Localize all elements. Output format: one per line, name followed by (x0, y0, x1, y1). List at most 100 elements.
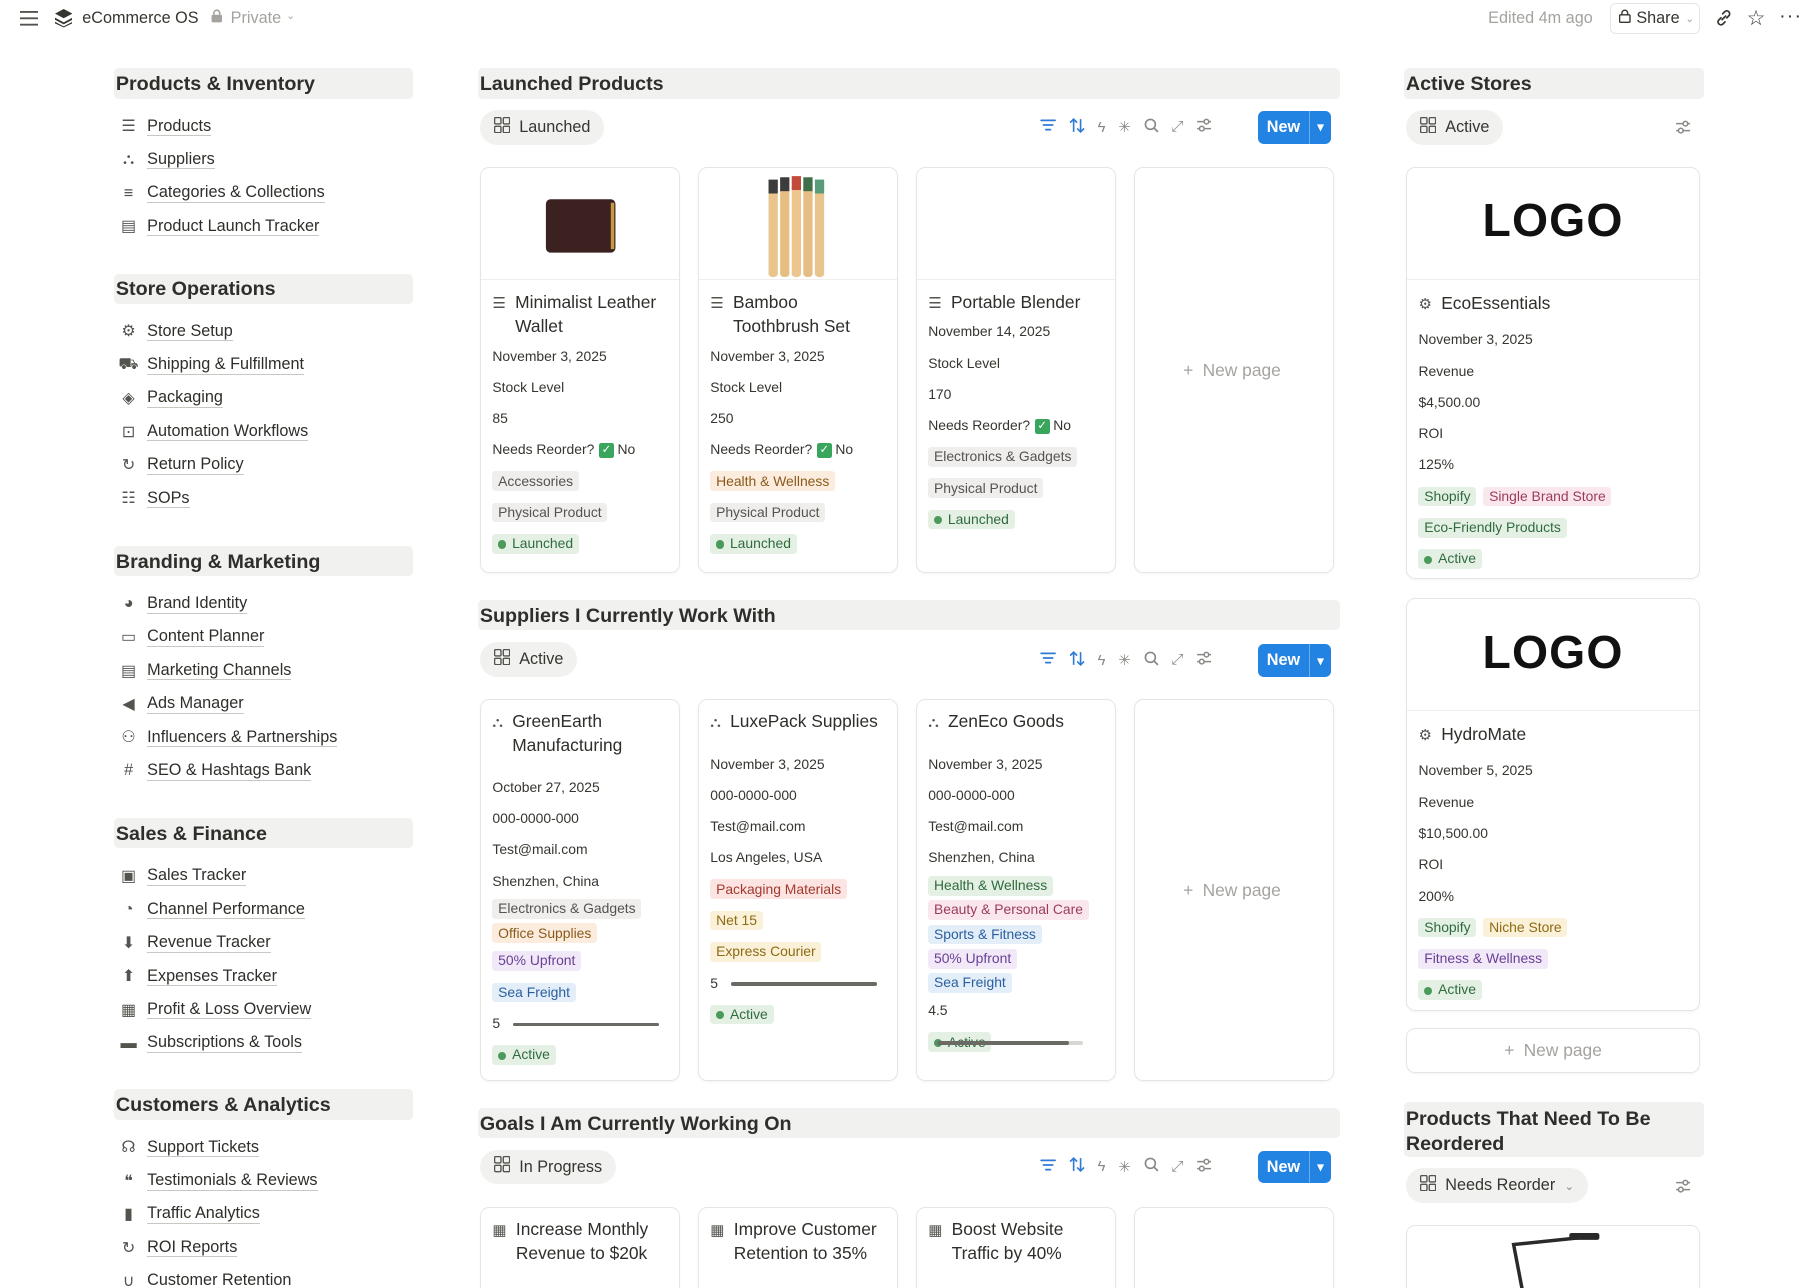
sparkle-icon[interactable]: ✳ (1118, 118, 1131, 136)
goals-new-button[interactable]: New ▾ (1257, 1150, 1331, 1184)
new-page-card[interactable]: + New page (1133, 166, 1334, 573)
sidebar-item-packaging[interactable]: ◈ Packaging (118, 387, 223, 410)
supplier-card[interactable]: ⛬ GreenEarth Manufacturing October 27, 20… (479, 698, 681, 1082)
sidebar-item-categories-collections[interactable]: ≡ Categories & Collections (118, 181, 325, 204)
filter-icon[interactable] (1039, 1158, 1056, 1176)
chevron-down-icon[interactable]: ⌄ (286, 10, 295, 22)
link-icon[interactable] (1714, 8, 1734, 33)
megaphone-icon: ◀ (122, 694, 135, 713)
sort-icon[interactable] (1069, 650, 1085, 670)
sidebar-item-content-planner[interactable]: ▭ Content Planner (118, 626, 265, 649)
card-date: November 3, 2025 (492, 347, 607, 364)
sort-icon[interactable] (1069, 1157, 1085, 1176)
sidebar-item-influencers-partnerships[interactable]: ⚇ Influencers & Partnerships (118, 726, 338, 749)
settings-sliders-icon[interactable] (1196, 117, 1212, 137)
stores-new-page-button[interactable]: + New page (1405, 1028, 1701, 1074)
sidebar-item-subscriptions-tools[interactable]: ▬ Subscriptions & Tools (118, 1032, 302, 1055)
star-icon[interactable]: ☆ (1747, 6, 1766, 31)
chevron-down-icon[interactable]: ▾ (1309, 644, 1330, 677)
card-title: Improve Customer Retention to 35% (733, 1218, 877, 1264)
location-value: Shenzhen, China (928, 849, 1035, 866)
rating-field: 5 (699, 968, 898, 999)
view-tab-launched[interactable]: Launched (479, 110, 605, 145)
goal-card[interactable]: ▦ Boost Website Traffic by 40% Deadline (915, 1206, 1117, 1288)
sparkle-icon[interactable]: ✳ (1118, 651, 1131, 669)
share-button[interactable]: Share ⌄ (1609, 3, 1701, 34)
sidebar-item-roi-reports[interactable]: ↻ ROI Reports (118, 1236, 238, 1259)
expand-icon[interactable]: ⤢ (1171, 651, 1183, 669)
reorder-field: Needs Reorder? ✓ No (699, 434, 898, 465)
supplier-card[interactable]: ⛬ ZenEco Goods November 3, 2025 000-0000-… (915, 698, 1117, 1082)
product-card[interactable]: ☰ Portable Blender November 14, 2025 Stoc… (915, 166, 1117, 573)
sidebar-item-expenses-tracker[interactable]: ⬆ Expenses Tracker (118, 965, 277, 988)
tag: Beauty & Personal Care (928, 900, 1089, 921)
chevron-down-icon[interactable]: ▾ (1309, 1150, 1330, 1184)
sort-icon[interactable] (1069, 117, 1085, 137)
sidebar-item-label: Support Tickets (147, 1137, 259, 1158)
visibility-label[interactable]: Private (231, 9, 281, 28)
automation-bolt-icon[interactable]: ϟ (1098, 652, 1106, 669)
sidebar-item-traffic-analytics[interactable]: ▮ Traffic Analytics (118, 1203, 260, 1226)
sidebar-item-automation-workflows[interactable]: ⊡ Automation Workflows (118, 420, 309, 443)
goal-card[interactable]: ▦ Improve Customer Retention to 35% Deadl… (697, 1206, 899, 1288)
rating-bar-fill (731, 982, 878, 986)
store-card[interactable]: LOGO ⚙ EcoEssentials November 3, 2025 Rev… (1405, 166, 1701, 580)
sidebar-item-sales-tracker[interactable]: ▣ Sales Tracker (118, 865, 247, 888)
expand-icon[interactable]: ⤢ (1171, 118, 1183, 136)
suppliers-new-button[interactable]: New ▾ (1257, 644, 1331, 677)
view-tab-in-progress[interactable]: In Progress (479, 1149, 617, 1185)
sidebar-item-return-policy[interactable]: ↻ Return Policy (118, 453, 244, 476)
card-title: Boost Website Traffic by 40% (951, 1218, 1064, 1264)
automation-bolt-icon[interactable]: ϟ (1098, 1158, 1106, 1175)
sparkle-icon[interactable]: ✳ (1118, 1158, 1131, 1176)
sidebar-item-sops[interactable]: ☷ SOPs (118, 487, 190, 510)
goal-card[interactable]: ▦ Increase Monthly Revenue to $20k Deadli… (479, 1206, 681, 1288)
automation-bolt-icon[interactable]: ϟ (1098, 119, 1106, 136)
pie-icon: ◔ (123, 900, 134, 919)
new-page-card[interactable]: + New page (1133, 698, 1334, 1082)
search-icon[interactable] (1144, 651, 1159, 670)
sidebar-item-suppliers[interactable]: ⛬ Suppliers (118, 148, 215, 171)
view-tab-needs-reorder[interactable]: Needs Reorder ⌄ (1405, 1168, 1589, 1204)
sidebar-item-support-tickets[interactable]: ☊ Support Tickets (118, 1136, 259, 1159)
settings-sliders-icon[interactable] (1196, 650, 1212, 670)
sidebar-item-ads-manager[interactable]: ◀ Ads Manager (118, 692, 244, 715)
reorder-card[interactable] (1405, 1225, 1701, 1288)
settings-sliders-icon[interactable] (1675, 1178, 1691, 1200)
sidebar-item-brand-identity[interactable]: ◕ Brand Identity (118, 592, 248, 615)
sidebar-item-seo-hashtags-bank[interactable]: # SEO & Hashtags Bank (118, 759, 312, 782)
sidebar-item-product-launch-tracker[interactable]: ▤ Product Launch Tracker (118, 215, 320, 238)
store-card[interactable]: LOGO ⚙ HydroMate November 5, 2025 Revenue… (1405, 598, 1701, 1011)
view-tab-active-suppliers[interactable]: Active (479, 642, 578, 677)
filter-icon[interactable] (1039, 651, 1056, 669)
product-card[interactable]: ☰ Bamboo Toothbrush Set November 3, 2025 … (697, 166, 899, 573)
launched-new-button[interactable]: New ▾ (1257, 111, 1331, 144)
chevron-down-icon[interactable]: ▾ (1309, 111, 1330, 144)
product-card[interactable]: ☰ Minimalist Leather Wallet November 3, 2… (479, 166, 681, 573)
supplier-card[interactable]: ⛬ LuxePack Supplies November 3, 2025 000-… (697, 698, 899, 1082)
sidebar-item-revenue-tracker[interactable]: ⬇ Revenue Tracker (118, 931, 271, 954)
filter-icon[interactable] (1039, 118, 1056, 136)
tag: 50% Upfront (928, 948, 1017, 969)
expand-icon[interactable]: ⤢ (1171, 1158, 1183, 1176)
menu-icon[interactable] (19, 9, 40, 28)
sidebar-item-store-setup[interactable]: ⚙ Store Setup (118, 320, 233, 343)
more-icon[interactable]: ··· (1779, 5, 1802, 28)
sidebar-item-customer-retention[interactable]: ∪ Customer Retention (118, 1269, 292, 1288)
settings-sliders-icon[interactable] (1675, 118, 1691, 140)
sidebar-item-channel-performance[interactable]: ◔ Channel Performance (118, 898, 305, 921)
view-tab-active-stores[interactable]: Active (1405, 110, 1504, 145)
status-dot (933, 516, 943, 525)
sidebar-item-marketing-channels[interactable]: ▤ Marketing Channels (118, 659, 292, 682)
card-title: Portable Blender (950, 291, 1081, 312)
sidebar-item-shipping-fulfillment[interactable]: ⛟ Shipping & Fulfillment (118, 353, 305, 376)
workspace-title[interactable]: eCommerce OS (82, 9, 198, 28)
sidebar-item-products[interactable]: ☰ Products (118, 115, 212, 138)
sidebar-item-profit-loss-overview[interactable]: ▦ Profit & Loss Overview (118, 998, 312, 1021)
new-page-card[interactable] (1133, 1206, 1334, 1288)
sidebar-item-testimonials-reviews[interactable]: ❝ Testimonials & Reviews (118, 1169, 318, 1192)
stock-label: Stock Level (492, 378, 565, 395)
search-icon[interactable] (1144, 1157, 1159, 1176)
search-icon[interactable] (1144, 118, 1159, 137)
settings-sliders-icon[interactable] (1196, 1157, 1212, 1177)
